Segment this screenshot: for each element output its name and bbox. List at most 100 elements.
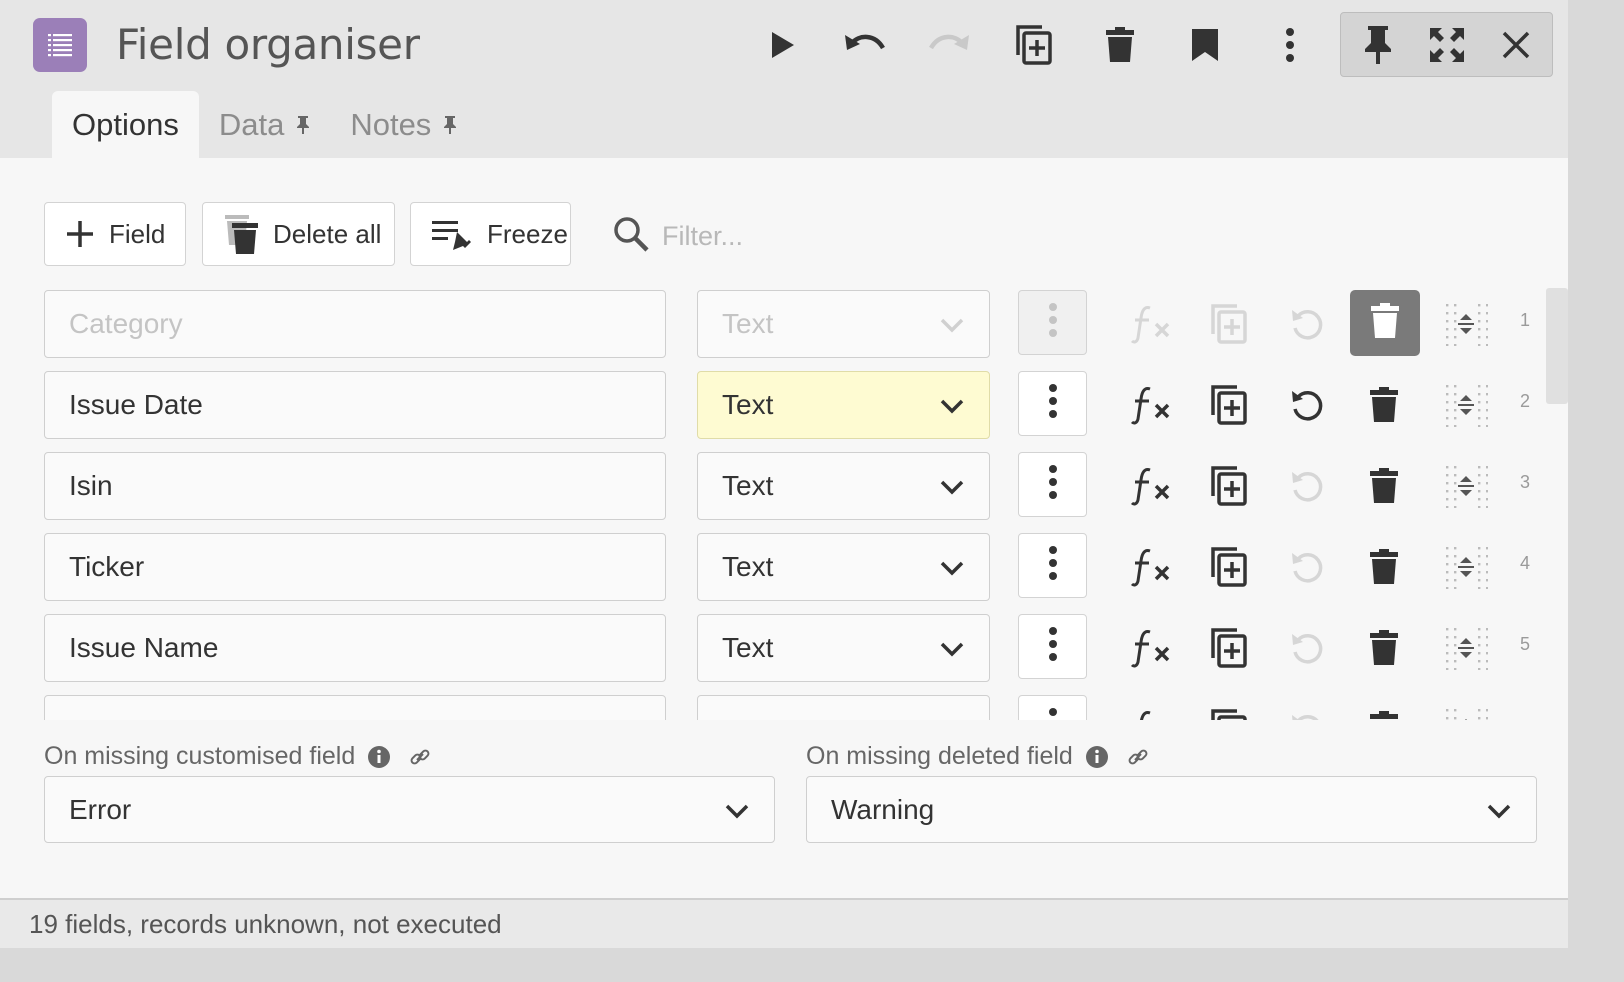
chevron-down-icon	[939, 389, 965, 421]
reset-icon[interactable]	[1277, 456, 1337, 516]
fullscreen-icon	[1430, 28, 1464, 62]
field-row	[0, 693, 1568, 720]
duplicate-field-icon[interactable]	[1199, 618, 1259, 678]
filter-input[interactable]	[662, 220, 922, 252]
missing-customised-select[interactable]: Error	[44, 776, 775, 843]
drag-handle-icon[interactable]	[1436, 618, 1496, 678]
row-number: 5	[1519, 634, 1530, 654]
search-icon	[612, 215, 650, 258]
drag-handle-icon[interactable]	[1436, 456, 1496, 516]
run-icon	[772, 32, 794, 58]
bookmark-icon	[1192, 29, 1218, 61]
field-row: Category Text 1	[0, 288, 1568, 360]
trash-icon[interactable]	[1354, 456, 1414, 516]
field-row: Isin Text 3	[0, 450, 1568, 522]
chevron-down-icon	[939, 308, 965, 340]
reset-icon[interactable]	[1277, 294, 1337, 354]
trash-icon[interactable]	[1354, 699, 1414, 720]
field-name-input[interactable]: Issue Date	[44, 371, 666, 439]
field-organiser-window: Field organiser Options Data Notes Field…	[0, 0, 1568, 948]
drag-handle-icon[interactable]	[1436, 699, 1496, 720]
add-field-button[interactable]: Field	[44, 202, 186, 266]
chevron-down-icon	[939, 470, 965, 502]
more-vertical-icon	[1048, 465, 1058, 504]
drag-handle-icon[interactable]	[1436, 375, 1496, 435]
run-button[interactable]	[755, 18, 809, 72]
formula-icon[interactable]	[1122, 375, 1182, 435]
trash-stack-icon	[223, 213, 259, 255]
fullscreen-button[interactable]	[1420, 18, 1474, 72]
missing-customised-label: On missing customised field	[44, 742, 356, 770]
tab-notes[interactable]: Notes	[330, 91, 477, 158]
close-icon	[1502, 31, 1530, 59]
formula-icon[interactable]	[1122, 294, 1182, 354]
field-type-select[interactable]: Text	[697, 614, 990, 682]
duplicate-field-icon[interactable]	[1199, 699, 1259, 720]
formula-icon[interactable]	[1122, 699, 1182, 720]
duplicate-field-icon[interactable]	[1199, 375, 1259, 435]
formula-icon[interactable]	[1122, 618, 1182, 678]
field-type-select[interactable]: Text	[697, 533, 990, 601]
row-number: 3	[1519, 472, 1530, 492]
reset-icon[interactable]	[1277, 618, 1337, 678]
trash-icon[interactable]	[1354, 537, 1414, 597]
freeze-button[interactable]: Freeze	[410, 202, 571, 266]
duplicate-field-icon[interactable]	[1199, 456, 1259, 516]
field-menu-button[interactable]	[1018, 371, 1087, 436]
field-menu-button[interactable]	[1018, 533, 1087, 598]
field-name-input[interactable]: Isin	[44, 452, 666, 520]
missing-deleted-select[interactable]: Warning	[806, 776, 1537, 843]
formula-icon[interactable]	[1122, 456, 1182, 516]
undo-button[interactable]	[838, 18, 892, 72]
duplicate-button[interactable]	[1007, 18, 1061, 72]
pin-window-button[interactable]	[1351, 18, 1405, 72]
close-button[interactable]	[1489, 18, 1543, 72]
trash-icon[interactable]	[1354, 618, 1414, 678]
duplicate-icon	[1016, 25, 1052, 65]
status-text: 19 fields, records unknown, not executed	[29, 908, 502, 939]
field-type-select[interactable]	[697, 695, 990, 720]
info-icon[interactable]	[1085, 745, 1109, 769]
bookmark-button[interactable]	[1178, 18, 1232, 72]
tab-options[interactable]: Options	[52, 91, 199, 158]
field-menu-button[interactable]	[1018, 614, 1087, 679]
field-menu-button[interactable]	[1018, 452, 1087, 517]
more-vertical-icon	[1048, 546, 1058, 585]
field-menu-button[interactable]	[1018, 290, 1087, 355]
field-name-input[interactable]	[44, 695, 666, 720]
chevron-down-icon	[939, 632, 965, 664]
redo-button[interactable]	[922, 18, 976, 72]
window-header: Field organiser Options Data Notes	[0, 0, 1568, 158]
field-menu-button[interactable]	[1018, 695, 1087, 720]
reset-icon[interactable]	[1277, 699, 1337, 720]
more-vertical-icon	[1048, 384, 1058, 423]
field-type-select[interactable]: Text	[697, 371, 990, 439]
freeze-pin-icon	[431, 218, 473, 250]
row-number: 4	[1519, 553, 1530, 573]
scrollbar-thumb[interactable]	[1546, 288, 1568, 404]
drag-handle-icon[interactable]	[1436, 537, 1496, 597]
link-icon[interactable]	[409, 746, 431, 768]
field-name-input[interactable]: Issue Name	[44, 614, 666, 682]
field-list: Category Text 1 Issue Date Text 2 Isin Text 3 Tic…	[0, 288, 1568, 720]
field-type-select[interactable]: Text	[697, 290, 990, 358]
field-name-input[interactable]: Ticker	[44, 533, 666, 601]
link-icon[interactable]	[1127, 746, 1149, 768]
window-controls	[1340, 12, 1553, 77]
delete-field-button[interactable]	[1350, 290, 1420, 356]
missing-deleted-label-wrap: On missing deleted field	[806, 742, 1149, 771]
delete-button[interactable]	[1093, 18, 1147, 72]
trash-icon[interactable]	[1354, 375, 1414, 435]
delete-all-button[interactable]: Delete all	[202, 202, 395, 266]
drag-handle-icon[interactable]	[1436, 294, 1496, 354]
field-type-select[interactable]: Text	[697, 452, 990, 520]
reset-icon[interactable]	[1277, 537, 1337, 597]
field-name-input[interactable]: Category	[44, 290, 666, 358]
duplicate-field-icon[interactable]	[1199, 294, 1259, 354]
more-button[interactable]	[1263, 18, 1317, 72]
reset-icon[interactable]	[1277, 375, 1337, 435]
tab-data[interactable]: Data	[199, 91, 330, 158]
duplicate-field-icon[interactable]	[1199, 537, 1259, 597]
info-icon[interactable]	[367, 745, 391, 769]
formula-icon[interactable]	[1122, 537, 1182, 597]
